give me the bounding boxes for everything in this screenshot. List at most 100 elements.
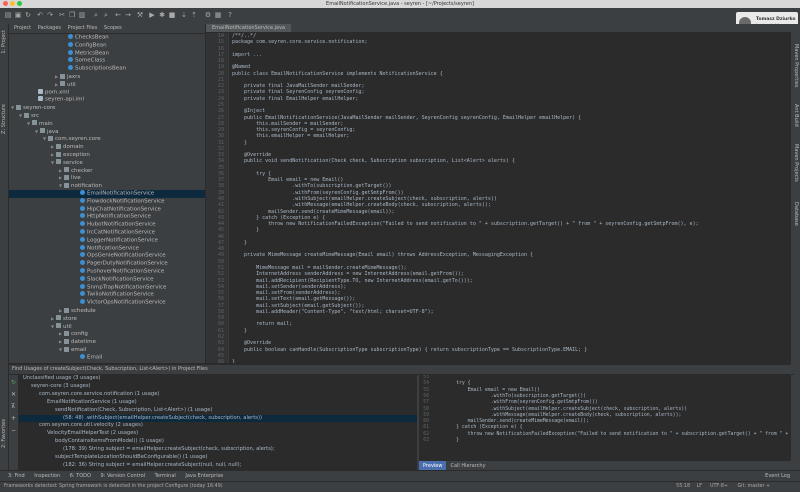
tree-item[interactable]: ▶ jaxrs bbox=[9, 73, 205, 81]
pin-icon[interactable]: ⊼ bbox=[11, 403, 15, 410]
tree-item[interactable]: HipChatNotificationService bbox=[9, 205, 205, 214]
code-editor[interactable]: 14 15 16 17 18 19 20 21 22 23 24 25 26 27 28 29 30 31 32 33… bbox=[206, 33, 791, 363]
build-icon[interactable]: ⚒ bbox=[136, 11, 144, 19]
tool-tab-maven-properties[interactable]: Maven Properties bbox=[793, 44, 799, 87]
tab-project[interactable]: Project bbox=[14, 25, 31, 31]
tree-item[interactable]: ▶ domain bbox=[9, 143, 205, 151]
tool-tab-project[interactable]: 1: Project bbox=[1, 30, 7, 54]
help-icon[interactable]: ? bbox=[226, 11, 234, 19]
run-icon[interactable]: ▶ bbox=[148, 11, 156, 19]
tree-item[interactable]: LoggerNotificationService bbox=[9, 236, 205, 245]
sync-icon[interactable]: ↻ bbox=[24, 11, 32, 19]
tool-tab-favorites[interactable]: 2: Favorites bbox=[1, 419, 7, 448]
tree-item[interactable]: OpsGenieNotificationService bbox=[9, 252, 205, 260]
usage-row[interactable]: (182: 36) String subject = emailHelper.c… bbox=[19, 462, 417, 470]
copy-icon[interactable]: ❐ bbox=[68, 11, 76, 19]
usage-row[interactable]: EmailNotificationService (1 usage) bbox=[19, 399, 417, 407]
redo-icon[interactable]: ↷ bbox=[46, 11, 54, 19]
tool-window-find[interactable]: 3: Find bbox=[8, 473, 25, 479]
open-folder-icon[interactable]: ▤ bbox=[4, 11, 12, 19]
tree-item[interactable]: NotificationService bbox=[9, 244, 205, 253]
tool-tab-maven-projects[interactable]: Maven Projects bbox=[793, 144, 799, 182]
paste-icon[interactable]: ▥ bbox=[78, 11, 86, 19]
usage-row[interactable]: VelocityEmailHelperTest (2 usages) bbox=[19, 430, 417, 438]
tree-item[interactable]: seyren-api.iml bbox=[9, 96, 205, 104]
tree-item[interactable]: VictorOpsNotificationService bbox=[9, 299, 205, 307]
replace-icon[interactable]: ⌕ bbox=[102, 11, 110, 19]
tree-item[interactable]: SubscriptionsBean bbox=[9, 65, 205, 73]
tree-item[interactable]: ▶ live bbox=[9, 174, 205, 182]
tool-tab-structure[interactable]: Z: Structure bbox=[1, 104, 7, 134]
collapse-all-icon[interactable]: − bbox=[11, 427, 16, 434]
tree-item[interactable]: ▶ datetime bbox=[9, 338, 205, 346]
usage-row[interactable]: (58: 48) .withSubject(emailHelper.create… bbox=[19, 414, 417, 423]
tree-item[interactable]: ▼ main bbox=[9, 120, 205, 128]
tree-item[interactable]: ▶ store bbox=[9, 315, 205, 323]
undo-icon[interactable]: ↶ bbox=[36, 11, 44, 19]
tree-item[interactable]: FlowdockNotificationService bbox=[9, 197, 205, 206]
tree-item[interactable]: ConfigBean bbox=[9, 41, 205, 50]
tree-item[interactable]: MetricsBean bbox=[9, 49, 205, 58]
tool-window-java-enterprise[interactable]: Java Enterprise bbox=[185, 473, 223, 479]
cut-icon[interactable]: ✂ bbox=[58, 11, 66, 19]
tree-item[interactable]: HubotNotificationService bbox=[9, 221, 205, 229]
tree-item[interactable]: ▼ notification bbox=[9, 182, 205, 190]
close-icon[interactable]: ✕ bbox=[11, 391, 16, 398]
tree-item[interactable]: TwilioNotificationService bbox=[9, 291, 205, 299]
tree-item[interactable]: ▶ schedule bbox=[9, 307, 205, 315]
structure-icon[interactable]: ▦ bbox=[214, 11, 222, 19]
save-icon[interactable]: ▣ bbox=[14, 11, 22, 19]
vcs-commit-icon[interactable]: ⇡ bbox=[190, 11, 198, 19]
close-window-button[interactable] bbox=[3, 1, 8, 6]
usage-row[interactable]: (178: 39) String subject = emailHelper.c… bbox=[19, 446, 417, 454]
usage-row[interactable]: sendNotification(Check, Subscription, Li… bbox=[19, 407, 417, 415]
usage-row[interactable]: com.seyren.core.service.notification (1 … bbox=[19, 391, 417, 399]
vcs-update-icon[interactable]: ⇣ bbox=[180, 11, 188, 19]
tree-item[interactable]: ▼ email bbox=[9, 346, 205, 354]
tool-tab-database[interactable]: Database bbox=[793, 202, 799, 226]
tab-project-files[interactable]: Project Files bbox=[68, 25, 98, 31]
tree-item[interactable]: PagerDutyNotificationService bbox=[9, 260, 205, 268]
editor-tab-active[interactable]: EmailNotificationService.java bbox=[206, 24, 292, 32]
rerun-icon[interactable]: ↻ bbox=[11, 379, 16, 386]
tab-packages[interactable]: Packages bbox=[38, 25, 61, 31]
tree-item[interactable]: pom.xml bbox=[9, 88, 205, 97]
tree-item[interactable]: Email bbox=[9, 353, 205, 362]
tab-scopes[interactable]: Scopes bbox=[104, 25, 122, 31]
debug-icon[interactable]: ✱ bbox=[158, 11, 166, 19]
tree-item[interactable]: SnmpTrapNotificationService bbox=[9, 283, 205, 292]
tool-window-terminal[interactable]: Terminal bbox=[155, 473, 176, 479]
expand-all-icon[interactable]: + bbox=[11, 415, 16, 422]
tree-item[interactable]: HttpNotificationService bbox=[9, 213, 205, 221]
tree-item[interactable]: ▶ checker bbox=[9, 167, 205, 175]
minimize-window-button[interactable] bbox=[10, 1, 15, 6]
tree-item[interactable]: ▶ config bbox=[9, 330, 205, 338]
tree-item[interactable]: ▼ util bbox=[9, 323, 205, 331]
usage-row[interactable]: subjectTemplateLocationShouldBeConfigura… bbox=[19, 454, 417, 462]
tree-item[interactable]: SomeClass bbox=[9, 57, 205, 65]
back-icon[interactable]: ← bbox=[114, 11, 122, 19]
tree-item[interactable]: ▶ exception bbox=[9, 151, 205, 159]
usage-row[interactable]: seyren-core (3 usages) bbox=[19, 383, 417, 391]
tree-item[interactable]: ▼ service bbox=[9, 159, 205, 167]
tree-item[interactable]: ChecksBean bbox=[9, 34, 205, 42]
tree-item[interactable]: EmailNotificationService bbox=[9, 190, 205, 198]
tool-window-todo[interactable]: 6: TODO bbox=[70, 473, 91, 479]
settings-icon[interactable]: ⚙ bbox=[204, 11, 212, 19]
tool-window-version-control[interactable]: 9: Version Control bbox=[101, 473, 146, 479]
tree-item[interactable]: ▼ seyren-core bbox=[9, 104, 205, 112]
tree-item[interactable]: ▼ java bbox=[9, 128, 205, 136]
tree-item[interactable]: PushoverNotificationService bbox=[9, 268, 205, 276]
usage-row[interactable]: Unclassified usage (3 usages) bbox=[19, 375, 417, 383]
tree-item[interactable]: ▶ util bbox=[9, 81, 205, 89]
tool-tab-ant-build[interactable]: Ant Build bbox=[793, 104, 799, 127]
forward-icon[interactable]: → bbox=[124, 11, 132, 19]
tree-item[interactable]: ▼ src bbox=[9, 112, 205, 120]
zoom-window-button[interactable] bbox=[17, 1, 22, 6]
usage-row[interactable]: com.seyren.core.util.velocity (2 usages) bbox=[19, 422, 417, 430]
tree-item[interactable]: ▼ com.seyren.core bbox=[9, 135, 205, 143]
stop-icon[interactable]: ■ bbox=[168, 11, 176, 19]
tool-window-inspection[interactable]: Inspection bbox=[34, 473, 60, 479]
tree-item[interactable]: IrcCatNotificationService bbox=[9, 229, 205, 237]
tree-item[interactable]: SlackNotificationService bbox=[9, 275, 205, 284]
